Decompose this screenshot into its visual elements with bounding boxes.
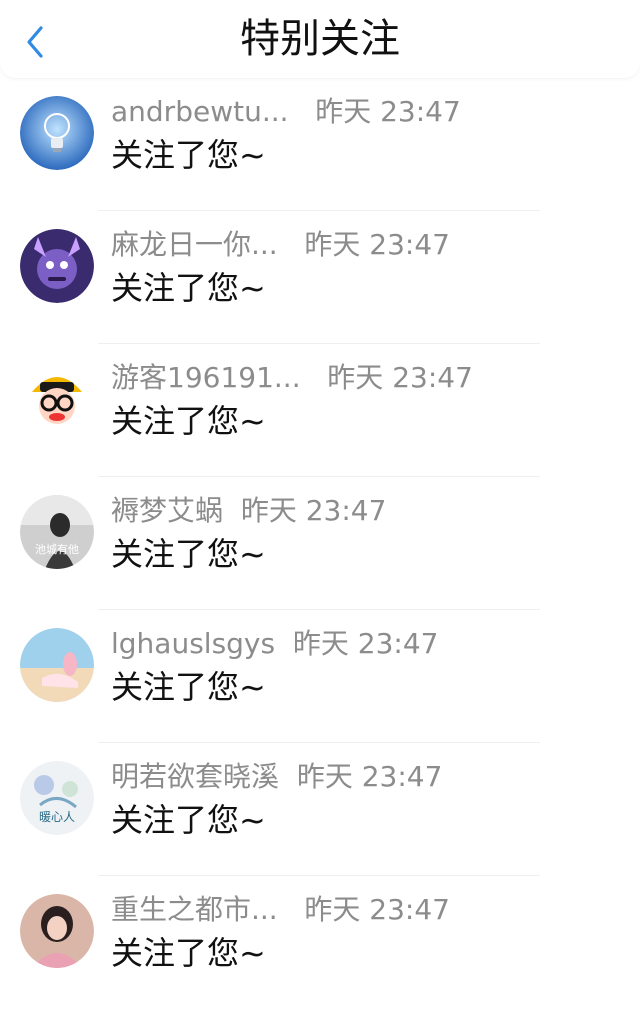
- list-item[interactable]: 麻龙日一你... 昨天 23:47 关注了您~: [0, 211, 640, 344]
- beach-photo-icon: [20, 628, 94, 702]
- timestamp: 昨天 23:47: [304, 228, 450, 261]
- timestamp: 昨天 23:47: [296, 760, 443, 793]
- timestamp: 昨天 23:47: [304, 893, 450, 926]
- girl-photo-icon: [20, 894, 94, 968]
- message-text: 关注了您~: [111, 801, 266, 839]
- user-name[interactable]: 麻龙日一你... 昨天 23:47: [111, 227, 450, 263]
- timestamp: 昨天 23:47: [315, 95, 461, 128]
- user-name[interactable]: 明若欲套晓溪 昨天 23:47: [111, 759, 442, 795]
- message-text: 关注了您~: [111, 136, 266, 174]
- timestamp: 昨天 23:47: [240, 494, 387, 527]
- list-item[interactable]: lghauslsgys 昨天 23:47 关注了您~: [0, 610, 640, 743]
- message-text: 关注了您~: [111, 402, 266, 440]
- list-item[interactable]: 暖心人 明若欲套晓溪 昨天 23:47 关注了您~: [0, 743, 640, 876]
- list-item[interactable]: 池城有他 褥梦艾蜗 昨天 23:47 关注了您~: [0, 477, 640, 610]
- header: 特别关注: [0, 0, 640, 78]
- timestamp: 昨天 23:47: [327, 361, 473, 394]
- notification-list: andrbewtu... 昨天 23:47 关注了您~ 麻龙日一你... 昨天 …: [0, 78, 640, 1009]
- message-text: 关注了您~: [111, 934, 266, 972]
- avatar[interactable]: [20, 894, 94, 968]
- user-name[interactable]: 重生之都市... 昨天 23:47: [111, 892, 450, 928]
- character-icon: [20, 229, 94, 303]
- avatar[interactable]: [20, 96, 94, 170]
- watercolor-icon: 暖心人: [20, 761, 94, 835]
- svg-text:暖心人: 暖心人: [39, 810, 75, 824]
- avatar[interactable]: 池城有他: [20, 495, 94, 569]
- photo-icon: 池城有他: [20, 495, 94, 569]
- user-name[interactable]: andrbewtu... 昨天 23:47: [111, 94, 461, 130]
- avatar[interactable]: [20, 229, 94, 303]
- message-text: 关注了您~: [111, 668, 266, 706]
- avatar[interactable]: [20, 362, 94, 436]
- user-name[interactable]: 游客196191... 昨天 23:47: [111, 360, 473, 396]
- avatar[interactable]: [20, 628, 94, 702]
- avatar[interactable]: 暖心人: [20, 761, 94, 835]
- list-item[interactable]: 游客196191... 昨天 23:47 关注了您~: [0, 344, 640, 477]
- list-item[interactable]: 重生之都市... 昨天 23:47 关注了您~: [0, 876, 640, 1009]
- message-text: 关注了您~: [111, 535, 266, 573]
- svg-text:池城有他: 池城有他: [35, 542, 79, 556]
- message-text: 关注了您~: [111, 269, 266, 307]
- lightbulb-icon: [20, 96, 94, 170]
- user-name[interactable]: 褥梦艾蜗 昨天 23:47: [111, 493, 386, 529]
- list-item[interactable]: andrbewtu... 昨天 23:47 关注了您~: [0, 78, 640, 211]
- page-title: 特别关注: [240, 16, 400, 62]
- timestamp: 昨天 23:47: [292, 627, 439, 660]
- cartoon-icon: [20, 362, 94, 436]
- user-name[interactable]: lghauslsgys 昨天 23:47: [111, 626, 439, 662]
